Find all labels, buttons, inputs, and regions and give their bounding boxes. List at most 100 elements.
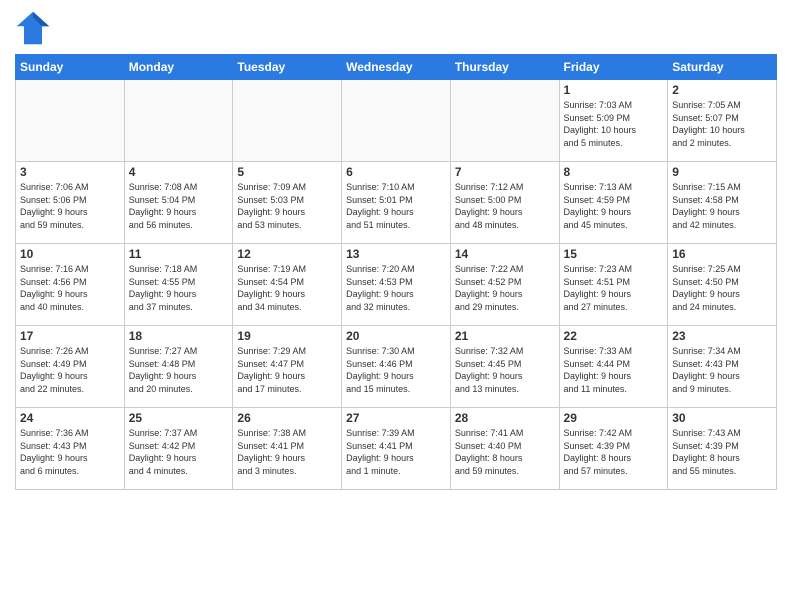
day-number: 2 [672,83,772,97]
day-number: 10 [20,247,120,261]
calendar-cell: 19 Sunrise: 7:29 AMSunset: 4:47 PMDayligh… [233,326,342,408]
day-info: Sunrise: 7:30 AMSunset: 4:46 PMDaylight:… [346,345,446,395]
calendar-cell: 22 Sunrise: 7:33 AMSunset: 4:44 PMDayligh… [559,326,668,408]
calendar-cell [233,80,342,162]
calendar-cell: 10 Sunrise: 7:16 AMSunset: 4:56 PMDayligh… [16,244,125,326]
day-info: Sunrise: 7:09 AMSunset: 5:03 PMDaylight:… [237,181,337,231]
day-number: 24 [20,411,120,425]
calendar-cell [342,80,451,162]
calendar-cell: 20 Sunrise: 7:30 AMSunset: 4:46 PMDayligh… [342,326,451,408]
day-number: 19 [237,329,337,343]
calendar-cell: 12 Sunrise: 7:19 AMSunset: 4:54 PMDayligh… [233,244,342,326]
calendar-cell: 29 Sunrise: 7:42 AMSunset: 4:39 PMDayligh… [559,408,668,490]
calendar-cell: 28Sunrise: 7:41 AMSunset: 4:40 PMDayligh… [450,408,559,490]
day-number: 22 [564,329,664,343]
calendar-cell: 2 Sunrise: 7:05 AMSunset: 5:07 PMDaylight… [668,80,777,162]
calendar-cell: 7Sunrise: 7:12 AMSunset: 5:00 PMDaylight… [450,162,559,244]
logo [15,10,55,46]
weekday-header-monday: Monday [124,55,233,80]
calendar-cell: 4 Sunrise: 7:08 AMSunset: 5:04 PMDaylight… [124,162,233,244]
day-info: Sunrise: 7:39 AMSunset: 4:41 PMDaylight:… [346,427,446,477]
day-info: Sunrise: 7:08 AMSunset: 5:04 PMDaylight:… [129,181,229,231]
calendar-table: SundayMondayTuesdayWednesdayThursdayFrid… [15,54,777,490]
day-number: 14 [455,247,555,261]
calendar-cell: 3Sunrise: 7:06 AMSunset: 5:06 PMDaylight… [16,162,125,244]
calendar-cell: 11 Sunrise: 7:18 AMSunset: 4:55 PMDayligh… [124,244,233,326]
day-info: Sunrise: 7:33 AMSunset: 4:44 PMDaylight:… [564,345,664,395]
calendar-cell: 8Sunrise: 7:13 AMSunset: 4:59 PMDaylight… [559,162,668,244]
weekday-header-row: SundayMondayTuesdayWednesdayThursdayFrid… [16,55,777,80]
day-number: 5 [237,165,337,179]
calendar-week-5: 24 Sunrise: 7:36 AMSunset: 4:43 PMDayligh… [16,408,777,490]
calendar-cell: 23 Sunrise: 7:34 AMSunset: 4:43 PMDayligh… [668,326,777,408]
day-number: 15 [564,247,664,261]
day-number: 18 [129,329,229,343]
weekday-header-saturday: Saturday [668,55,777,80]
calendar-week-4: 17 Sunrise: 7:26 AMSunset: 4:49 PMDayligh… [16,326,777,408]
calendar-cell: 25 Sunrise: 7:37 AMSunset: 4:42 PMDayligh… [124,408,233,490]
day-number: 30 [672,411,772,425]
day-number: 3 [20,165,120,179]
day-info: Sunrise: 7:18 AMSunset: 4:55 PMDaylight:… [129,263,229,313]
day-number: 13 [346,247,446,261]
calendar-cell: 27 Sunrise: 7:39 AMSunset: 4:41 PMDayligh… [342,408,451,490]
calendar-cell: 30 Sunrise: 7:43 AMSunset: 4:39 PMDayligh… [668,408,777,490]
calendar-cell: 13Sunrise: 7:20 AMSunset: 4:53 PMDayligh… [342,244,451,326]
page: SundayMondayTuesdayWednesdayThursdayFrid… [0,0,792,612]
day-number: 20 [346,329,446,343]
calendar-cell: 5 Sunrise: 7:09 AMSunset: 5:03 PMDaylight… [233,162,342,244]
calendar-cell [124,80,233,162]
logo-icon [15,10,51,46]
day-number: 6 [346,165,446,179]
calendar-cell: 1 Sunrise: 7:03 AMSunset: 5:09 PMDaylight… [559,80,668,162]
day-number: 23 [672,329,772,343]
day-number: 1 [564,83,664,97]
day-number: 8 [564,165,664,179]
calendar-cell: 26Sunrise: 7:38 AMSunset: 4:41 PMDayligh… [233,408,342,490]
calendar-cell: 15Sunrise: 7:23 AMSunset: 4:51 PMDayligh… [559,244,668,326]
calendar-cell: 17 Sunrise: 7:26 AMSunset: 4:49 PMDayligh… [16,326,125,408]
day-info: Sunrise: 7:36 AMSunset: 4:43 PMDaylight:… [20,427,120,477]
day-info: Sunrise: 7:41 AMSunset: 4:40 PMDaylight:… [455,427,555,477]
day-number: 16 [672,247,772,261]
day-info: Sunrise: 7:16 AMSunset: 4:56 PMDaylight:… [20,263,120,313]
day-info: Sunrise: 7:34 AMSunset: 4:43 PMDaylight:… [672,345,772,395]
calendar-week-1: 1 Sunrise: 7:03 AMSunset: 5:09 PMDaylight… [16,80,777,162]
day-number: 4 [129,165,229,179]
calendar-cell: 6 Sunrise: 7:10 AMSunset: 5:01 PMDaylight… [342,162,451,244]
calendar-cell: 16 Sunrise: 7:25 AMSunset: 4:50 PMDayligh… [668,244,777,326]
day-info: Sunrise: 7:43 AMSunset: 4:39 PMDaylight:… [672,427,772,477]
day-number: 29 [564,411,664,425]
day-info: Sunrise: 7:19 AMSunset: 4:54 PMDaylight:… [237,263,337,313]
day-number: 21 [455,329,555,343]
weekday-header-sunday: Sunday [16,55,125,80]
day-number: 26 [237,411,337,425]
day-info: Sunrise: 7:26 AMSunset: 4:49 PMDaylight:… [20,345,120,395]
day-number: 7 [455,165,555,179]
weekday-header-friday: Friday [559,55,668,80]
day-info: Sunrise: 7:37 AMSunset: 4:42 PMDaylight:… [129,427,229,477]
day-number: 25 [129,411,229,425]
day-number: 12 [237,247,337,261]
calendar-cell [16,80,125,162]
header [15,10,777,46]
calendar-week-3: 10 Sunrise: 7:16 AMSunset: 4:56 PMDayligh… [16,244,777,326]
day-info: Sunrise: 7:29 AMSunset: 4:47 PMDaylight:… [237,345,337,395]
day-info: Sunrise: 7:25 AMSunset: 4:50 PMDaylight:… [672,263,772,313]
day-number: 27 [346,411,446,425]
weekday-header-tuesday: Tuesday [233,55,342,80]
day-info: Sunrise: 7:42 AMSunset: 4:39 PMDaylight:… [564,427,664,477]
day-info: Sunrise: 7:22 AMSunset: 4:52 PMDaylight:… [455,263,555,313]
day-info: Sunrise: 7:32 AMSunset: 4:45 PMDaylight:… [455,345,555,395]
calendar-cell: 21 Sunrise: 7:32 AMSunset: 4:45 PMDayligh… [450,326,559,408]
day-number: 11 [129,247,229,261]
calendar-cell: 24 Sunrise: 7:36 AMSunset: 4:43 PMDayligh… [16,408,125,490]
day-info: Sunrise: 7:05 AMSunset: 5:07 PMDaylight:… [672,99,772,149]
day-info: Sunrise: 7:15 AMSunset: 4:58 PMDaylight:… [672,181,772,231]
weekday-header-thursday: Thursday [450,55,559,80]
day-info: Sunrise: 7:10 AMSunset: 5:01 PMDaylight:… [346,181,446,231]
day-info: Sunrise: 7:03 AMSunset: 5:09 PMDaylight:… [564,99,664,149]
calendar-cell: 9 Sunrise: 7:15 AMSunset: 4:58 PMDaylight… [668,162,777,244]
day-number: 17 [20,329,120,343]
day-number: 9 [672,165,772,179]
